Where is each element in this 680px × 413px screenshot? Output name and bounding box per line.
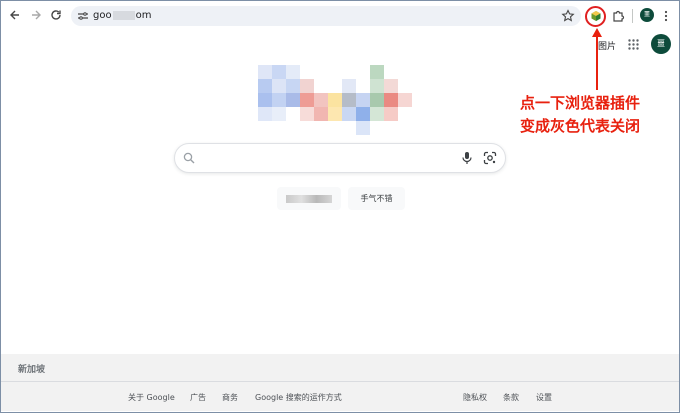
footer-link-how-search-works[interactable]: Google 搜索的运作方式 [255,392,342,403]
button-label-redacted [286,194,332,203]
annotation-line2: 变成灰色代表关闭 [520,117,641,135]
extension-icon[interactable] [590,10,602,22]
reload-icon [51,10,61,20]
browser-toolbar: goo om 噩 [1,1,679,29]
apps-grid-icon[interactable] [628,39,639,50]
annotation-line1: 点一下浏览器插件 [520,94,641,112]
arrow-left-icon [10,10,19,20]
reload-button[interactable] [48,7,64,23]
address-bar[interactable]: goo om [71,6,581,26]
microphone-icon[interactable] [461,151,473,165]
footer-links-bar: 关于 Google 广告 商务 Google 搜索的运作方式 隐私权 条款 设置 [1,382,679,411]
url-suffix: om [135,10,152,21]
back-button[interactable] [7,7,23,23]
google-lens-icon[interactable] [483,151,497,165]
url-prefix: goo [93,10,112,21]
site-settings-icon[interactable] [77,10,89,22]
google-logo-pixelated [258,65,426,135]
url-redacted [112,10,135,20]
search-icon [183,152,195,164]
footer-country-bar: 新加坡 [1,354,679,382]
footer-link-business[interactable]: 商务 [222,392,238,403]
kebab-menu-icon[interactable] [664,9,668,23]
footer-country: 新加坡 [18,365,46,375]
toolbar-separator [632,9,633,23]
search-box[interactable] [174,143,506,173]
annotation-text: 点一下浏览器插件 变成灰色代表关闭 [520,92,680,138]
account-avatar[interactable]: 噩 [651,34,671,54]
footer-link-ads[interactable]: 广告 [190,392,206,403]
google-search-button[interactable] [277,187,341,210]
footer-link-about[interactable]: 关于 Google [128,392,175,403]
bookmark-star-icon[interactable] [561,9,575,23]
extensions-puzzle-icon[interactable] [611,9,625,23]
arrow-right-icon [32,10,41,20]
forward-button[interactable] [28,7,44,23]
im-feeling-lucky-button[interactable]: 手气不错 [348,187,405,210]
footer-link-settings[interactable]: 设置 [536,392,552,403]
footer-link-terms[interactable]: 条款 [503,392,519,403]
footer-link-privacy[interactable]: 隐私权 [463,392,487,403]
profile-button[interactable]: 噩 [640,8,654,22]
url-text: goo om [93,9,151,23]
annotation-arrow [592,28,602,90]
